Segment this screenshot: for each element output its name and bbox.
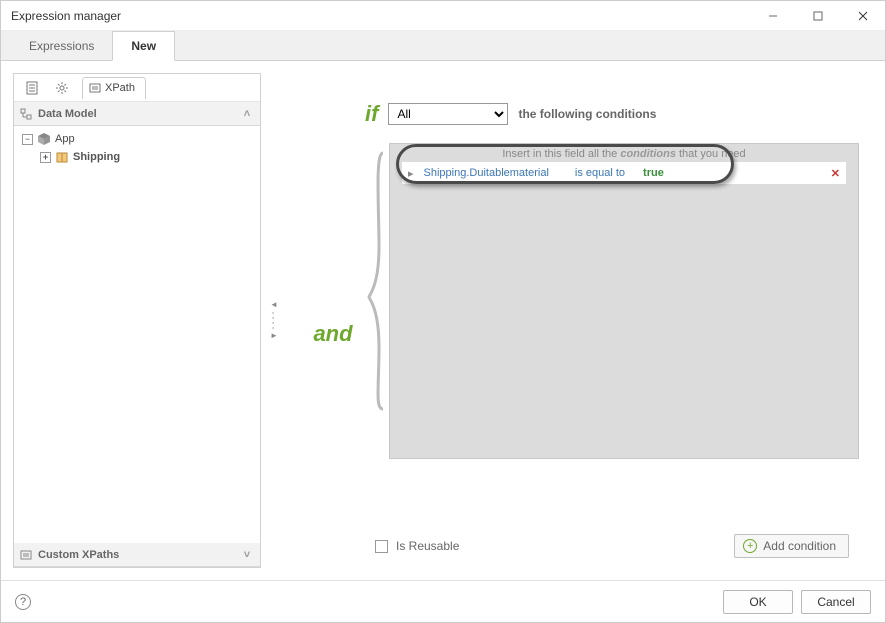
- condition-row[interactable]: ▸ Shipping.Duitablematerial is equal to …: [402, 162, 846, 184]
- cube-icon: [37, 132, 51, 146]
- delete-condition-button[interactable]: ✕: [831, 167, 840, 180]
- xpath-tab[interactable]: XPath: [82, 77, 146, 99]
- builder-footer: Is Reusable + Add condition: [301, 524, 859, 558]
- tree-item-app[interactable]: − App: [18, 130, 256, 148]
- and-keyword: and: [301, 143, 365, 524]
- is-reusable-label: Is Reusable: [396, 539, 459, 553]
- grip-icon: ····: [267, 311, 281, 331]
- is-reusable-checkbox[interactable]: [375, 540, 388, 553]
- plus-icon: +: [743, 539, 757, 553]
- if-keyword: if: [365, 101, 378, 127]
- custom-xpaths-header[interactable]: Custom XPaths ˅: [14, 543, 260, 567]
- splitter-handle[interactable]: ◄ ···· ►: [269, 73, 279, 568]
- data-model-header[interactable]: Data Model ˄: [14, 102, 260, 126]
- expand-icon[interactable]: +: [40, 152, 51, 163]
- cancel-button[interactable]: Cancel: [801, 590, 871, 614]
- dialog-bottombar: ? OK Cancel: [1, 580, 885, 622]
- gear-icon[interactable]: [48, 76, 76, 100]
- list-icon: [20, 549, 32, 561]
- page-icon[interactable]: [18, 76, 46, 100]
- expression-builder: if All the following conditions and Inse…: [287, 73, 873, 568]
- conditions-hint: Insert in this field all the conditions …: [390, 144, 858, 162]
- main-tabbar: Expressions New: [1, 31, 885, 61]
- chevron-left-icon: ◄: [270, 301, 278, 309]
- conditions-area[interactable]: Insert in this field all the conditions …: [389, 143, 859, 459]
- condition-op[interactable]: is equal to: [575, 167, 625, 179]
- data-model-tree: − App + Shipping: [14, 126, 260, 543]
- help-icon[interactable]: ?: [15, 594, 31, 610]
- tab-expressions[interactable]: Expressions: [11, 32, 112, 60]
- tree-item-label: App: [55, 133, 75, 145]
- following-conditions-label: the following conditions: [518, 107, 656, 121]
- if-row: if All the following conditions: [365, 101, 859, 127]
- left-panel: XPath Data Model ˄ − App + Shipping: [13, 73, 261, 568]
- add-condition-label: Add condition: [763, 539, 836, 553]
- builder-body: and Insert in this field all the conditi…: [301, 143, 859, 524]
- close-button[interactable]: [840, 1, 885, 31]
- tab-new[interactable]: New: [112, 31, 175, 61]
- xpath-tab-label: XPath: [105, 82, 135, 94]
- quantifier-select[interactable]: All: [388, 103, 508, 125]
- add-condition-button[interactable]: + Add condition: [734, 534, 849, 558]
- content-area: XPath Data Model ˄ − App + Shipping: [1, 61, 885, 580]
- brace-icon: [365, 143, 389, 524]
- data-model-header-label: Data Model: [38, 108, 97, 120]
- window-title: Expression manager: [11, 9, 750, 23]
- ok-button[interactable]: OK: [723, 590, 793, 614]
- chevron-right-icon: ►: [270, 332, 278, 340]
- minimize-button[interactable]: [750, 1, 795, 31]
- tree-item-label: Shipping: [73, 151, 120, 163]
- tree-item-shipping[interactable]: + Shipping: [18, 148, 256, 166]
- left-toolbar: XPath: [14, 74, 260, 102]
- custom-xpaths-header-label: Custom XPaths: [38, 549, 119, 561]
- tree-icon: [20, 108, 32, 120]
- collapse-icon[interactable]: −: [22, 134, 33, 145]
- titlebar: Expression manager: [1, 1, 885, 31]
- condition-lhs[interactable]: Shipping.Duitablematerial: [424, 167, 549, 179]
- maximize-button[interactable]: [795, 1, 840, 31]
- condition-value[interactable]: true: [643, 167, 664, 179]
- chevron-up-icon: ˄: [240, 108, 254, 120]
- chevron-right-icon[interactable]: ▸: [408, 167, 414, 180]
- package-icon: [55, 150, 69, 164]
- chevron-down-icon: ˅: [240, 549, 254, 561]
